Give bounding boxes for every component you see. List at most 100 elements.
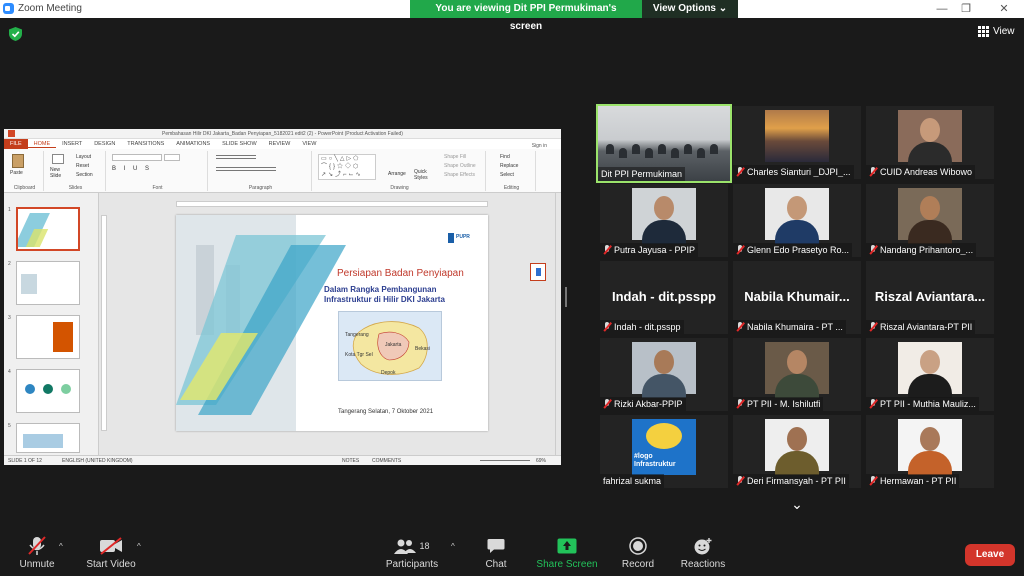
maximize-button[interactable]: ❐ (956, 2, 976, 16)
security-shield-icon[interactable] (9, 27, 22, 41)
poster-badge (646, 423, 682, 449)
poster-image: #logo Infrastruktur (632, 419, 696, 475)
comments-button[interactable]: COMMENTS (372, 458, 401, 464)
map-label: Tangerang (345, 332, 369, 338)
next-page-button[interactable]: ⌄ (768, 491, 826, 517)
muted-microphone-icon (736, 322, 744, 332)
tab-slide-show[interactable]: SLIDE SHOW (216, 141, 263, 147)
participant-tile[interactable]: Nandang Prihantoro_... (866, 184, 994, 257)
participant-tile[interactable]: Deri Firmansyah - PT PII (733, 415, 861, 488)
vertical-ruler (101, 215, 107, 431)
current-slide[interactable]: PUPR Persiapan Badan Penyiapan Dalam Ran… (176, 215, 488, 431)
group-font: B I U S Font (108, 151, 208, 191)
start-video-button[interactable]: Start Video (84, 536, 138, 570)
participant-tile[interactable]: Indah - dit.psspp Indah - dit.psspp (600, 261, 728, 334)
tab-design[interactable]: DESIGN (88, 141, 121, 147)
participant-name: Charles Sianturi _DJPI_... (747, 167, 851, 177)
find-button[interactable]: Find (500, 154, 510, 160)
arrange-button[interactable]: Arrange (388, 171, 406, 177)
shapes-gallery[interactable]: ▭○╲△▷⬠ ⌒{}☆◇⬡ ↗↘⤴⌐⌙∿ (318, 154, 376, 180)
bookmark-icon[interactable] (530, 263, 546, 281)
tab-file[interactable]: FILE (4, 139, 28, 149)
participant-tile[interactable]: CUID Andreas Wibowo (866, 106, 994, 179)
participant-tile[interactable]: Charles Sianturi _DJPI_... (733, 106, 861, 179)
participant-tile[interactable]: PT PII - M. Ishilutfi (733, 338, 861, 411)
muted-microphone-icon (603, 245, 611, 255)
powerpoint-statusbar: SLIDE 1 OF 12 ENGLISH (UNITED KINGDOM) N… (4, 455, 561, 465)
participant-tile[interactable]: Dit PPI Permukiman (596, 104, 732, 183)
shape-effects-button[interactable]: Shape Effects (444, 172, 475, 178)
quick-styles-button[interactable]: Quick Styles (414, 169, 434, 181)
muted-microphone-icon (869, 245, 877, 255)
minimize-button[interactable]: — (932, 2, 952, 16)
tab-animations[interactable]: ANIMATIONS (170, 141, 216, 147)
participants-options-caret[interactable]: ^ (451, 542, 455, 551)
muted-microphone-icon (869, 399, 877, 409)
chat-button[interactable]: Chat (480, 536, 512, 570)
shape-fill-button[interactable]: Shape Fill (444, 154, 466, 160)
font-name-input[interactable] (112, 154, 162, 161)
slide-thumbnail[interactable] (16, 207, 80, 251)
notes-button[interactable]: NOTES (342, 458, 359, 464)
reset-button[interactable]: Reset (76, 163, 89, 169)
chat-bubble-icon (487, 539, 505, 553)
font-size-input[interactable] (164, 154, 180, 161)
bullets-icon[interactable] (216, 155, 256, 159)
participant-tile[interactable]: Nabila Khumair... Nabila Khumaira - PT ..… (733, 261, 861, 334)
participant-tile[interactable]: #logo Infrastruktur fahrizal sukma (600, 415, 728, 488)
unmute-button[interactable]: Unmute (16, 536, 58, 570)
tab-insert[interactable]: INSERT (56, 141, 88, 147)
participant-name-bar: Riszal Aviantara-PT PII (866, 320, 976, 334)
photo-shoulders (908, 220, 952, 244)
select-button[interactable]: Select (500, 172, 514, 178)
share-banner: You are viewing Dit PPI Permukiman's scr… (410, 0, 738, 32)
vertical-scrollbar[interactable] (555, 193, 561, 455)
view-label: View (993, 26, 1015, 37)
view-options-button[interactable]: View Options ⌄ (642, 0, 738, 18)
tab-home[interactable]: HOME (27, 141, 57, 148)
participant-tile[interactable]: PT PII - Muthia Mauliz... (866, 338, 994, 411)
photo-face (787, 350, 807, 374)
attendee-figure (619, 148, 627, 158)
participant-tile[interactable]: Glenn Edo Prasetyo Ro... (733, 184, 861, 257)
participant-tile[interactable]: Riszal Aviantara... Riszal Aviantara-PT P… (866, 261, 994, 334)
share-screen-button[interactable]: Share Screen (536, 536, 598, 570)
tab-transitions[interactable]: TRANSITIONS (121, 141, 170, 147)
slide-thumbnails[interactable]: 1 2 3 4 5 (4, 193, 99, 455)
group-slides: New Slide Layout Reset Section Slides (46, 151, 106, 191)
group-clipboard: Paste Clipboard (6, 151, 44, 191)
slide-thumbnail[interactable] (16, 261, 80, 305)
close-button[interactable]: ✕ (994, 2, 1014, 16)
participant-tile[interactable]: Hermawan - PT PII (866, 415, 994, 488)
participants-button[interactable]: 18 Participants (384, 536, 440, 570)
participant-tile[interactable]: Rizki Akbar-PPIP (600, 338, 728, 411)
new-slide-button[interactable]: New Slide (50, 167, 68, 179)
align-icon[interactable] (216, 167, 276, 171)
tab-review[interactable]: REVIEW (263, 141, 297, 147)
reactions-button[interactable]: Reactions (680, 536, 726, 570)
participant-display-name: Indah - dit.psspp (612, 289, 716, 304)
paste-button[interactable]: Paste (10, 170, 23, 176)
resize-handle[interactable] (565, 287, 567, 307)
slide-thumbnail[interactable] (16, 423, 80, 453)
participant-name: CUID Andreas Wibowo (880, 167, 973, 177)
layout-button[interactable]: Layout (76, 154, 91, 160)
audio-options-caret[interactable]: ^ (59, 542, 63, 551)
leave-button[interactable]: Leave (965, 544, 1015, 566)
section-button[interactable]: Section (76, 172, 93, 178)
view-layout-button[interactable]: View (978, 26, 1015, 37)
shape-outline-button[interactable]: Shape Outline (444, 163, 476, 169)
slide-thumbnail[interactable] (16, 369, 80, 413)
new-slide-icon (52, 154, 64, 164)
group-label: Slides (68, 185, 83, 191)
participant-name-bar: Charles Sianturi _DJPI_... (733, 165, 854, 179)
replace-button[interactable]: Replace (500, 163, 518, 169)
zoom-slider[interactable] (480, 460, 530, 461)
record-button[interactable]: Record (620, 536, 656, 570)
participant-tile[interactable]: Putra Jayusa - PPIP (600, 184, 728, 257)
video-options-caret[interactable]: ^ (137, 542, 141, 551)
pupr-logo-icon (448, 233, 454, 243)
tab-view[interactable]: VIEW (296, 141, 322, 147)
font-format-buttons[interactable]: B I U S (112, 166, 152, 172)
slide-thumbnail[interactable] (16, 315, 80, 359)
